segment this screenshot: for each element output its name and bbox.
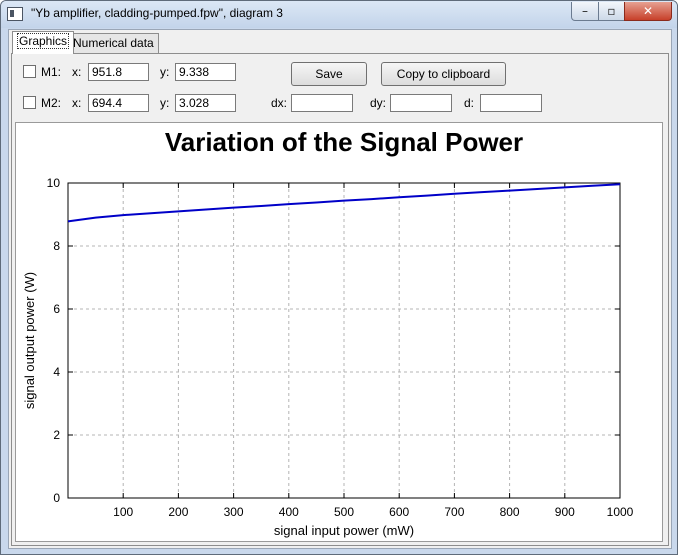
x-tick-label: 100: [113, 505, 133, 519]
maximize-button[interactable]: ▫: [598, 2, 625, 21]
x-tick-label: 200: [168, 505, 188, 519]
m1-x-field[interactable]: 951.8: [88, 63, 149, 81]
chart-title: Variation of the Signal Power: [165, 127, 523, 157]
m2-y-field[interactable]: 3.028: [175, 94, 236, 112]
m2-label: M2:: [41, 96, 62, 110]
app-icon[interactable]: [7, 7, 23, 21]
y-tick-label: 8: [53, 239, 60, 253]
x-tick-label: 800: [500, 505, 520, 519]
m1-checkbox[interactable]: [23, 65, 36, 78]
d-label: d:: [464, 96, 475, 110]
graphics-panel: M1: x: 951.8 y: 9.338 Save Copy to clipb…: [11, 53, 669, 546]
dx-label: dx:: [271, 96, 288, 110]
y-tick-label: 0: [53, 491, 60, 505]
signal-power-chart: Variation of the Signal Power100 200 300 40…: [22, 127, 634, 538]
d-field[interactable]: [480, 94, 542, 112]
dy-label: dy:: [370, 96, 387, 110]
m1-y-label: y:: [160, 65, 170, 79]
m2-x-label: x:: [72, 96, 82, 110]
plot-area[interactable]: Variation of the Signal Power 100 200 300 40…: [15, 122, 663, 542]
tab-graphics[interactable]: Graphics: [12, 31, 75, 54]
close-button[interactable]: ✕: [624, 2, 672, 21]
m2-y-label: y:: [160, 96, 170, 110]
x-tick-label: 300: [224, 505, 244, 519]
app-window: "Yb amplifier, cladding-pumped.fpw", dia…: [0, 0, 678, 555]
m1-x-label: x:: [72, 65, 82, 79]
client-area: Graphics Numerical data M1: x: 951.8 y: …: [8, 29, 672, 549]
y-axis-label: signal output power (W): [22, 272, 37, 409]
copy-to-clipboard-button[interactable]: Copy to clipboard: [381, 62, 506, 86]
x-tick-label: 600: [389, 505, 409, 519]
tab-graphics-label: Graphics: [17, 33, 70, 49]
title-bar[interactable]: "Yb amplifier, cladding-pumped.fpw", dia…: [1, 1, 677, 28]
m1-y-field[interactable]: 9.338: [175, 63, 236, 81]
save-button[interactable]: Save: [291, 62, 367, 86]
m2-x-field[interactable]: 694.4: [88, 94, 149, 112]
x-axis-label: signal input power (mW): [274, 523, 414, 538]
y-tick-label: 2: [53, 428, 60, 442]
x-tick-label: 500: [334, 505, 354, 519]
x-tick-label: 1000: [607, 505, 634, 519]
x-tick-label: 700: [444, 505, 464, 519]
x-tick-label: 400: [279, 505, 299, 519]
window-title: "Yb amplifier, cladding-pumped.fpw", dia…: [31, 6, 283, 20]
m2-checkbox[interactable]: [23, 96, 36, 109]
y-tick-label: 4: [53, 365, 60, 379]
dx-field[interactable]: [291, 94, 353, 112]
y-tick-label: 6: [53, 302, 60, 316]
minimize-button[interactable]: –: [571, 2, 599, 21]
y-tick-label: 10: [47, 176, 61, 190]
dy-field[interactable]: [390, 94, 452, 112]
x-tick-label: 900: [555, 505, 575, 519]
m1-label: M1:: [41, 65, 62, 79]
tab-numerical-data[interactable]: Numerical data: [68, 33, 159, 53]
